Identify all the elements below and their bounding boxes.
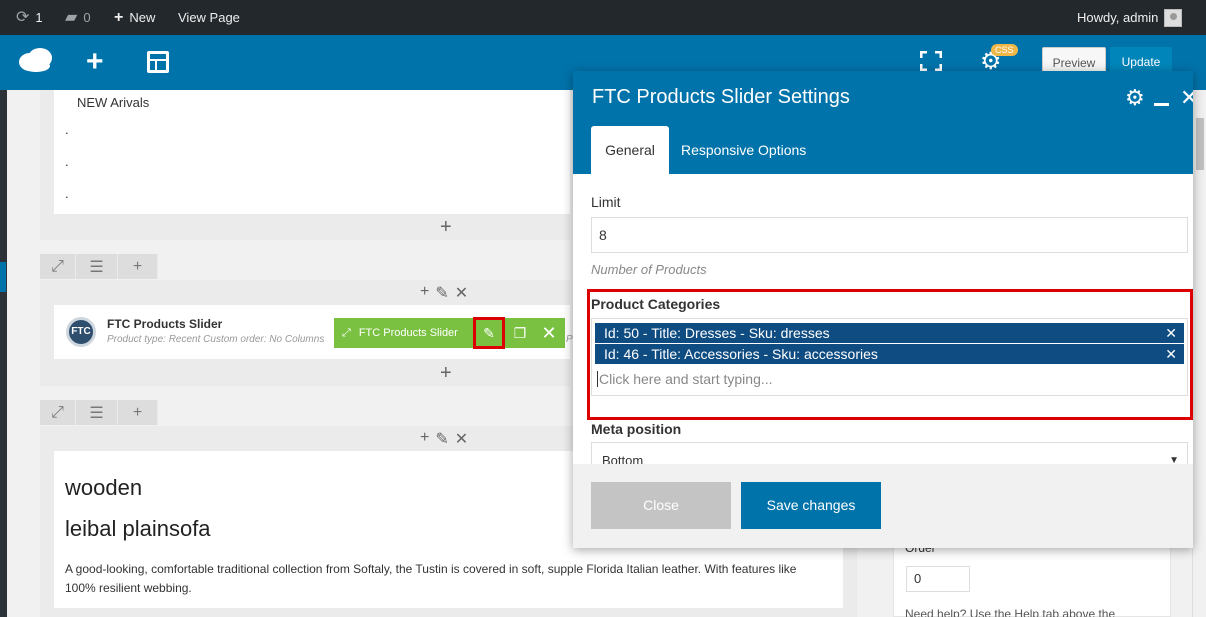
howdy-text: Howdy, admin — [1077, 10, 1159, 25]
row-drag-handle-icon[interactable]: ☰ — [76, 400, 118, 425]
limit-help-text: Number of Products — [591, 262, 707, 277]
updates-item[interactable]: ⟳ 1 — [16, 0, 43, 35]
tab-responsive-options[interactable]: Responsive Options — [681, 126, 806, 174]
clone-element-icon[interactable]: ❐ — [507, 318, 533, 348]
tab-general[interactable]: General — [591, 126, 669, 174]
text-dot: . — [65, 154, 69, 169]
modal-header: FTC Products Slider Settings ⚙ ✕ General… — [573, 71, 1193, 174]
view-page-link[interactable]: View Page — [178, 0, 240, 35]
updates-count: 1 — [35, 10, 43, 25]
text-new-arivals: NEW Arivals — [77, 95, 150, 110]
element-move-handle[interactable]: ⤢ FTC Products Slider — [334, 327, 472, 340]
text-paragraph: A good-looking, comfortable traditional … — [65, 562, 797, 595]
element-meta-cut: P — [566, 334, 573, 345]
refresh-icon: ⟳ — [16, 9, 30, 26]
limit-label: Limit — [591, 194, 621, 210]
column-delete-icon[interactable]: ✕ — [455, 429, 468, 449]
row-controls: ⤢ ☰ + — [40, 254, 158, 279]
scroll-thumb[interactable] — [1196, 118, 1204, 170]
comment-icon: ▰ — [65, 9, 78, 26]
text-heading-wooden: wooden — [65, 475, 143, 500]
meta-position-value: Bottom — [602, 453, 644, 464]
text-dot: . — [65, 186, 69, 201]
column-edit-icon[interactable]: ✎ — [435, 429, 448, 449]
text-dot: . — [65, 122, 69, 137]
add-element-plus-icon[interactable]: + — [440, 363, 452, 383]
meta-position-select[interactable]: Bottom ▼ — [591, 442, 1188, 464]
row-expand-icon[interactable]: ⤢ — [40, 254, 76, 279]
limit-input[interactable]: 8 — [591, 217, 1188, 253]
settings-modal: FTC Products Slider Settings ⚙ ✕ General… — [573, 71, 1193, 548]
column-add-icon[interactable]: + — [420, 283, 429, 303]
order-input[interactable]: 0 — [906, 566, 970, 592]
add-element-icon[interactable]: + — [86, 47, 104, 77]
admin-menu-edge — [0, 90, 7, 617]
column-tools: + ✎ ✕ — [420, 283, 468, 303]
meta-position-label: Meta position — [591, 421, 682, 437]
column-add-icon[interactable]: + — [420, 429, 429, 449]
row-drag-handle-icon[interactable]: ☰ — [76, 254, 118, 279]
column-delete-icon[interactable]: ✕ — [455, 283, 468, 303]
row-add-column-icon[interactable]: + — [118, 254, 158, 279]
element-title: FTC Products Slider — [107, 317, 223, 331]
delete-element-icon[interactable]: ✕ — [535, 318, 563, 348]
avatar — [1164, 8, 1183, 27]
category-tag-label: Id: 50 - Title: Dresses - Sku: dresses — [604, 325, 830, 341]
comments-item[interactable]: ▰ 0 — [65, 0, 91, 35]
fullscreen-icon[interactable] — [920, 51, 942, 71]
row-expand-icon[interactable]: ⤢ — [40, 400, 76, 425]
edit-element-pencil-icon[interactable]: ✎ — [473, 317, 505, 349]
category-tag: Id: 50 - Title: Dresses - Sku: dresses ✕ — [595, 323, 1184, 343]
category-search-placeholder[interactable]: Click here and start typing... — [597, 371, 773, 387]
remove-tag-icon[interactable]: ✕ — [1165, 344, 1177, 364]
ftc-logo: FTC — [66, 317, 96, 347]
templates-icon[interactable] — [147, 51, 169, 73]
plus-icon: + — [114, 9, 124, 26]
admin-menu-indicator — [0, 262, 6, 292]
vc-logo-icon[interactable] — [18, 47, 54, 73]
save-changes-button[interactable]: Save changes — [741, 482, 881, 529]
element-meta: Product type: Recent Custom order: No Co… — [107, 334, 325, 345]
text-heading-leibal: leibal plainsofa — [65, 516, 211, 541]
modal-footer: Close Save changes — [573, 464, 1193, 548]
add-element-plus-icon[interactable]: + — [440, 217, 452, 237]
select-arrow-icon: ▼ — [1169, 455, 1179, 464]
css-badge: CSS — [991, 44, 1018, 56]
modal-settings-gear-icon[interactable]: ⚙ — [1125, 85, 1145, 111]
close-button[interactable]: Close — [591, 482, 731, 529]
help-text: Need help? Use the Help tab above the — [905, 607, 1116, 617]
column-tools: + ✎ ✕ — [420, 429, 468, 449]
remove-tag-icon[interactable]: ✕ — [1165, 323, 1177, 343]
comments-count: 0 — [83, 10, 91, 25]
modal-minimize-icon[interactable] — [1154, 103, 1169, 106]
new-content-item[interactable]: + New — [114, 0, 155, 35]
element-controls-label: FTC Products Slider — [358, 327, 458, 339]
column-edit-icon[interactable]: ✎ — [435, 283, 448, 303]
product-categories-label: Product Categories — [591, 296, 721, 312]
category-tag: Id: 46 - Title: Accessories - Sku: acces… — [595, 344, 1184, 364]
row-add-column-icon[interactable]: + — [118, 400, 158, 425]
modal-title: FTC Products Slider Settings — [592, 86, 850, 108]
category-tag-label: Id: 46 - Title: Accessories - Sku: acces… — [604, 346, 878, 362]
wp-admin-bar: ⟳ 1 ▰ 0 + New View Page Howdy, admin — [0, 0, 1206, 35]
row-controls: ⤢ ☰ + — [40, 400, 158, 425]
account-menu[interactable]: Howdy, admin — [1077, 0, 1183, 35]
modal-body: Limit 8 Number of Products Product Categ… — [573, 174, 1193, 464]
move-icon: ⤢ — [342, 326, 351, 339]
modal-close-icon[interactable]: ✕ — [1180, 85, 1193, 111]
new-label: New — [129, 10, 156, 25]
